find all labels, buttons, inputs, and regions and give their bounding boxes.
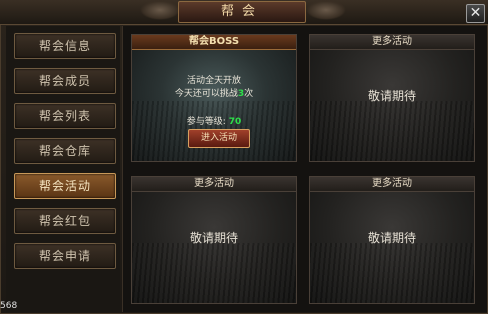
more-activities-title-3: 更多活动	[310, 177, 474, 192]
boss-attempts-text: 今天还可以挑战3次	[132, 86, 296, 99]
more-activities-panel-3: 更多活动 敬请期待	[309, 176, 475, 304]
sidebar-item-guild-applications[interactable]: 帮会申请	[14, 243, 116, 269]
sidebar-item-guild-red-packet[interactable]: 帮会红包	[14, 208, 116, 234]
sidebar-item-guild-info[interactable]: 帮会信息	[14, 33, 116, 59]
guild-boss-panel[interactable]: 帮会BOSS 活动全天开放 今天还可以挑战3次 参与等级: 70 进入活动	[131, 34, 297, 162]
panel-texture	[310, 243, 474, 303]
activity-grid: 帮会BOSS 活动全天开放 今天还可以挑战3次 参与等级: 70 进入活动 更多…	[122, 26, 487, 312]
close-icon: ✕	[469, 5, 482, 21]
title-bar: 帮会 ✕	[0, 0, 488, 25]
more-activities-title-2: 更多活动	[132, 177, 296, 192]
panel-texture	[310, 101, 474, 161]
sidebar-item-guild-activities[interactable]: 帮会活动	[14, 173, 116, 199]
boss-attempts-prefix: 今天还可以挑战	[174, 89, 238, 99]
boss-open-text: 活动全天开放	[186, 76, 241, 86]
more-activities-panel-1: 更多活动 敬请期待	[309, 34, 475, 162]
sidebar-item-guild-warehouse[interactable]: 帮会仓库	[14, 138, 116, 164]
boss-level-value: 70	[228, 117, 242, 127]
window-title: 帮会	[178, 1, 306, 23]
close-button[interactable]: ✕	[466, 4, 485, 23]
sidebar-item-guild-members[interactable]: 帮会成员	[14, 68, 116, 94]
more-activities-panel-2: 更多活动 敬请期待	[131, 176, 297, 304]
boss-panel-title: 帮会BOSS	[132, 35, 296, 50]
sidebar-item-guild-list[interactable]: 帮会列表	[14, 103, 116, 129]
panel-texture	[132, 243, 296, 303]
coming-soon-text-2: 敬请期待	[189, 231, 238, 245]
sidebar: 帮会信息 帮会成员 帮会列表 帮会仓库 帮会活动 帮会红包 帮会申请	[6, 26, 120, 312]
boss-level-label: 参与等级:	[186, 117, 226, 127]
corner-number: 568	[0, 301, 18, 311]
more-activities-title-1: 更多活动	[310, 35, 474, 50]
coming-soon-text-1: 敬请期待	[367, 89, 416, 103]
title-ornament-right	[306, 0, 346, 20]
boss-level-text: 参与等级: 70	[132, 114, 296, 127]
boss-attempts-suffix: 次	[244, 89, 254, 99]
coming-soon-text-3: 敬请期待	[367, 231, 416, 245]
title-ornament-left	[140, 0, 180, 20]
enter-activity-button[interactable]: 进入活动	[188, 129, 250, 148]
